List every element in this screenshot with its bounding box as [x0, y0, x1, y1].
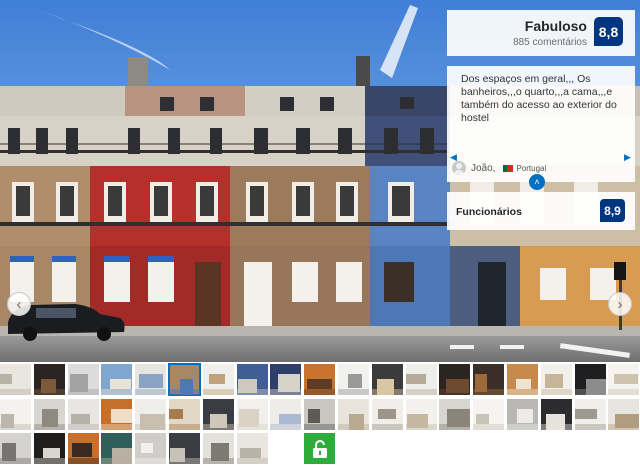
photo-thumbnail[interactable]	[34, 433, 65, 464]
photo-thumbnail[interactable]	[34, 399, 65, 430]
photo-thumbnail[interactable]	[439, 399, 470, 430]
review-quote: Dos espaços em geral,,, Os banheiros,,,o…	[461, 73, 617, 124]
reviewer-country: Portugal	[516, 163, 547, 173]
next-photo-button[interactable]: ›	[608, 292, 632, 316]
reviewer-name: João,	[471, 162, 496, 174]
photo-thumbnail[interactable]	[575, 399, 606, 430]
photo-gallery: ‹ › Fabuloso 885 comentários 8,8 Dos esp…	[0, 0, 640, 467]
unlock-photos-button[interactable]	[304, 433, 335, 464]
photo-thumbnail[interactable]	[507, 399, 538, 430]
photo-thumbnail[interactable]	[203, 433, 234, 464]
score-badge: 8,8	[594, 17, 623, 46]
photo-thumbnail[interactable]	[0, 364, 31, 395]
previous-photo-button[interactable]: ‹	[7, 292, 31, 316]
expand-review-button[interactable]: ˄	[529, 174, 545, 190]
photo-thumbnail[interactable]	[135, 364, 166, 395]
photo-thumbnail[interactable]	[270, 364, 301, 395]
photo-thumbnail[interactable]	[135, 433, 166, 464]
review-count: 885 comentários	[513, 37, 587, 48]
chevron-up-icon: ˄	[534, 177, 540, 187]
photo-thumbnail[interactable]	[439, 364, 470, 395]
chevron-right-icon: ›	[617, 295, 623, 313]
photo-thumbnail[interactable]	[406, 399, 437, 430]
photo-thumbnail[interactable]	[101, 433, 132, 464]
photo-thumbnail[interactable]	[169, 399, 200, 430]
photo-thumbnail[interactable]	[608, 364, 639, 395]
photo-thumbnail[interactable]	[372, 364, 403, 395]
photo-thumbnail[interactable]	[541, 364, 572, 395]
photo-thumbnail[interactable]	[270, 399, 301, 430]
photo-thumbnail[interactable]	[406, 364, 437, 395]
photo-thumbnail[interactable]	[68, 433, 99, 464]
photo-thumbnail[interactable]	[608, 399, 639, 430]
photo-thumbnail[interactable]	[68, 364, 99, 395]
photo-thumbnail[interactable]	[304, 364, 335, 395]
photo-thumbnail[interactable]	[541, 399, 572, 430]
photo-thumbnail[interactable]	[101, 399, 132, 430]
photo-thumbnail[interactable]	[68, 399, 99, 430]
photo-thumbnail[interactable]	[237, 399, 268, 430]
photo-thumbnail[interactable]	[169, 433, 200, 464]
staff-score-box: Funcionários 8,9	[447, 192, 635, 230]
portugal-flag-icon	[503, 164, 514, 172]
photo-thumbnail[interactable]	[372, 399, 403, 430]
photo-thumbnail[interactable]	[575, 364, 606, 395]
photo-thumbnail[interactable]	[203, 364, 234, 395]
photo-thumbnail[interactable]	[0, 399, 31, 430]
photo-thumbnail[interactable]	[34, 364, 65, 395]
photo-thumbnail[interactable]	[473, 364, 504, 395]
photo-thumbnail[interactable]	[304, 399, 335, 430]
score-label: Fabuloso	[524, 18, 587, 34]
photo-thumbnail[interactable]	[237, 433, 268, 464]
photo-thumbnail[interactable]	[507, 364, 538, 395]
chevron-left-icon: ‹	[16, 295, 22, 313]
photo-thumbnail[interactable]	[203, 399, 234, 430]
photo-thumbnail[interactable]	[135, 399, 166, 430]
photo-thumbnail[interactable]	[338, 399, 369, 430]
staff-score-badge: 8,9	[600, 199, 625, 222]
photo-thumbnail[interactable]	[168, 363, 201, 396]
user-avatar-icon	[452, 161, 466, 175]
review-panel: Fabuloso 885 comentários 8,8 Dos espaços…	[447, 10, 635, 230]
photo-thumbnail[interactable]	[101, 364, 132, 395]
photo-thumbnail[interactable]	[0, 433, 31, 464]
photo-thumbnail[interactable]	[338, 364, 369, 395]
review-score-box[interactable]: Fabuloso 885 comentários 8,8	[447, 10, 635, 56]
quote-next-icon[interactable]: ▶	[624, 152, 631, 163]
photo-thumbnail[interactable]	[473, 399, 504, 430]
photo-thumbnail[interactable]	[237, 364, 268, 395]
staff-label: Funcionários	[456, 206, 522, 218]
unlock-icon	[312, 439, 327, 458]
